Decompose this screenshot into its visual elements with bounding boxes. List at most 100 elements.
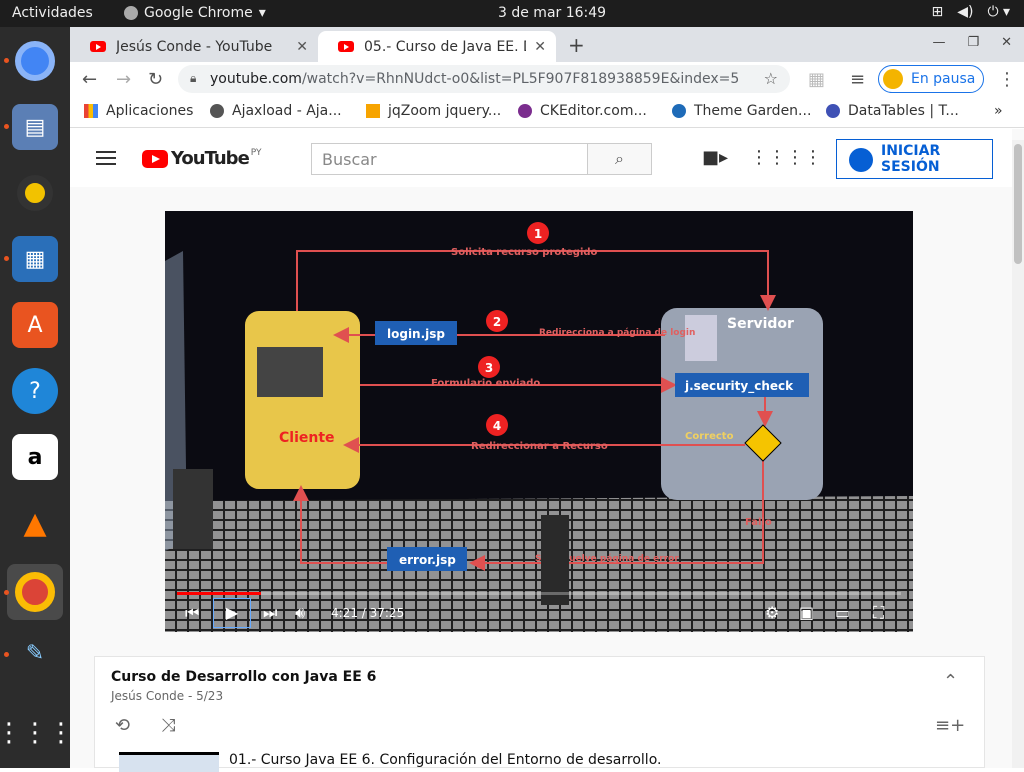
video-player[interactable]: 1 2 3 4 Solicita recurso protegido Redirecc… (165, 211, 913, 632)
restore-icon[interactable]: ❐ (967, 35, 979, 50)
writer-icon[interactable]: ▦ (12, 236, 58, 282)
chrome-icon[interactable] (7, 564, 63, 620)
apps-icon[interactable]: ⋮⋮⋮ (750, 147, 804, 168)
minimize-icon[interactable]: — (932, 35, 945, 50)
security-check-label: j.security_check (684, 379, 794, 394)
address-bar[interactable]: 🔒︎ youtube.com/watch?v=RhnNUdct-o0&list=… (178, 65, 790, 93)
forward-icon[interactable]: → (116, 69, 131, 90)
next-icon[interactable]: ⏭ (263, 603, 277, 623)
extension-icon[interactable]: ▦ (808, 69, 825, 90)
step3-label: Formulario enviado (431, 378, 540, 389)
bookmarks-bar: Aplicaciones Ajaxload - Aja... jqZoom jq… (70, 96, 1024, 128)
bookmark-ckeditor[interactable]: CKEditor.com... (518, 103, 647, 119)
video-thumbnail (119, 752, 219, 772)
back-icon[interactable]: ← (82, 69, 97, 90)
bookmark-label: Ajaxload - Aja... (232, 103, 342, 119)
svg-text:3: 3 (485, 361, 493, 375)
create-video-icon[interactable]: ■▸ (702, 147, 728, 168)
profile-paused-button[interactable]: En pausa (878, 65, 984, 93)
search-button[interactable]: ⌕ (587, 143, 652, 175)
reload-icon[interactable]: ↻ (148, 69, 163, 90)
more-bookmarks-icon[interactable]: » (994, 103, 1003, 119)
page-scrollbar[interactable] (1012, 140, 1024, 768)
volume-icon[interactable]: 🔊︎ (295, 603, 305, 623)
menu-icon[interactable] (96, 151, 116, 165)
client-box (245, 311, 360, 489)
rhythmbox-icon[interactable] (12, 170, 58, 216)
app-menu[interactable]: Google Chrome ▾ (124, 5, 266, 21)
tab-video[interactable]: 05.- Curso de Java EE. Dom ✕ (318, 31, 556, 62)
media-controls-icon[interactable]: ≡ (850, 69, 865, 90)
loop-icon[interactable]: ⟲ (115, 715, 130, 736)
lock-icon: 🔒︎ (190, 71, 197, 85)
youtube-logo[interactable]: YouTube PY (142, 148, 262, 169)
region-code: PY (250, 148, 262, 158)
paused-label: En pausa (911, 71, 976, 87)
miniplayer-icon[interactable]: ▣ (799, 603, 814, 622)
close-tab-icon[interactable]: ✕ (534, 39, 546, 55)
jqzoom-icon (366, 104, 380, 118)
dock: ▤ ▦ A ? a ▲ ✎ ⋮⋮⋮ (0, 27, 74, 768)
toolbar: ← → ↻ 🔒︎ youtube.com/watch?v=RhnNUdct-o0… (70, 62, 1024, 96)
add-to-playlist-icon[interactable]: ≡+ (935, 715, 965, 736)
playlist-subtitle: Jesús Conde - 5/23 (111, 689, 224, 703)
help-icon[interactable]: ? (12, 368, 58, 414)
close-window-icon[interactable]: ✕ (1001, 35, 1012, 50)
files-icon[interactable]: ▤ (12, 104, 58, 150)
datatables-icon (826, 104, 840, 118)
chrome-menu-icon[interactable]: ⋮ (998, 69, 1016, 90)
youtube-play-icon (142, 149, 168, 168)
amazon-icon[interactable]: a (12, 434, 58, 480)
previous-icon[interactable]: ⏮ (185, 603, 199, 623)
step1-label: Solicita recurso protegido (451, 247, 598, 258)
tab-channel[interactable]: Jesús Conde - YouTube ✕ (70, 31, 318, 62)
tab-strip: Jesús Conde - YouTube ✕ 05.- Curso de Ja… (70, 27, 1024, 62)
chromium-icon[interactable] (12, 38, 58, 84)
theater-mode-icon[interactable]: ▭ (835, 603, 850, 622)
bookmark-star-icon[interactable]: ☆ (764, 69, 778, 88)
bookmark-datatables[interactable]: DataTables | T... (826, 103, 959, 119)
settings-menu-icon[interactable]: ⋮ (804, 147, 822, 168)
url-path: /watch?v=RhnNUdct-o0&list=PL5F907F818938… (301, 71, 740, 87)
scrollbar-thumb[interactable] (1014, 144, 1022, 264)
playlist-title[interactable]: Curso de Desarrollo con Java EE 6 (111, 669, 376, 685)
fail-label: Fallo (745, 517, 772, 528)
activities-button[interactable]: Actividades (12, 5, 93, 21)
youtube-favicon-icon (90, 41, 106, 52)
client-label: Cliente (279, 430, 335, 446)
sign-in-button[interactable]: INICIAR SESIÓN (836, 139, 993, 179)
network-icon: ⊞ (931, 4, 944, 20)
volume-icon: ◀) (957, 4, 974, 20)
video-frame: 1 2 3 4 Solicita recurso protegido Redirecc… (165, 211, 913, 632)
search-icon: ⌕ (615, 149, 624, 168)
playlist-item[interactable]: 01.- Curso Java EE 6. Configuración del … (119, 752, 661, 772)
software-center-icon[interactable]: A (12, 302, 58, 348)
bookmark-label: Theme Garden... (694, 103, 812, 119)
clock[interactable]: 3 de mar 16:49 (498, 5, 606, 21)
step4-label: Redireccionar a Recurso (471, 441, 608, 452)
correct-label: Correcto (685, 431, 734, 442)
vlc-icon[interactable]: ▲ (12, 500, 58, 546)
apps-grid-icon[interactable]: ⋮⋮⋮ (0, 710, 74, 756)
system-top-bar: Actividades Google Chrome ▾ 3 de mar 16:4… (0, 0, 1024, 27)
new-tab-button[interactable]: + (568, 33, 585, 57)
bookmark-theme-garden[interactable]: Theme Garden... (672, 103, 811, 119)
globe-icon (210, 104, 224, 118)
collapse-chevron-icon[interactable]: ⌃ (943, 671, 958, 692)
bookmark-ajaxload[interactable]: Ajaxload - Aja... (210, 103, 342, 119)
bookmark-apps[interactable]: Aplicaciones (84, 103, 193, 119)
playlist-panel: Curso de Desarrollo con Java EE 6 Jesús … (94, 656, 985, 772)
bookmark-jqzoom[interactable]: jqZoom jquery... (366, 103, 501, 119)
close-tab-icon[interactable]: ✕ (296, 39, 308, 55)
step2-label: Redirecciona a página de login (539, 328, 695, 338)
system-menu[interactable]: ⊞ ◀) ⏻ ▾ (931, 4, 1010, 20)
settings-gear-icon[interactable]: ⚙ (765, 603, 779, 622)
youtube-header: YouTube PY Buscar ⌕ ■▸ ⋮⋮⋮ ⋮ INICIAR SESI… (70, 129, 1012, 187)
shuffle-icon[interactable]: ⤨ (161, 715, 175, 736)
fullscreen-icon[interactable]: ⛶ (873, 603, 884, 623)
server-label: Servidor (727, 316, 794, 332)
playlist-item-title: 01.- Curso Java EE 6. Configuración del … (229, 752, 662, 768)
search-input[interactable]: Buscar (311, 143, 588, 175)
play-button[interactable]: ▶ (213, 598, 251, 628)
paint-icon[interactable]: ✎ (12, 630, 58, 676)
